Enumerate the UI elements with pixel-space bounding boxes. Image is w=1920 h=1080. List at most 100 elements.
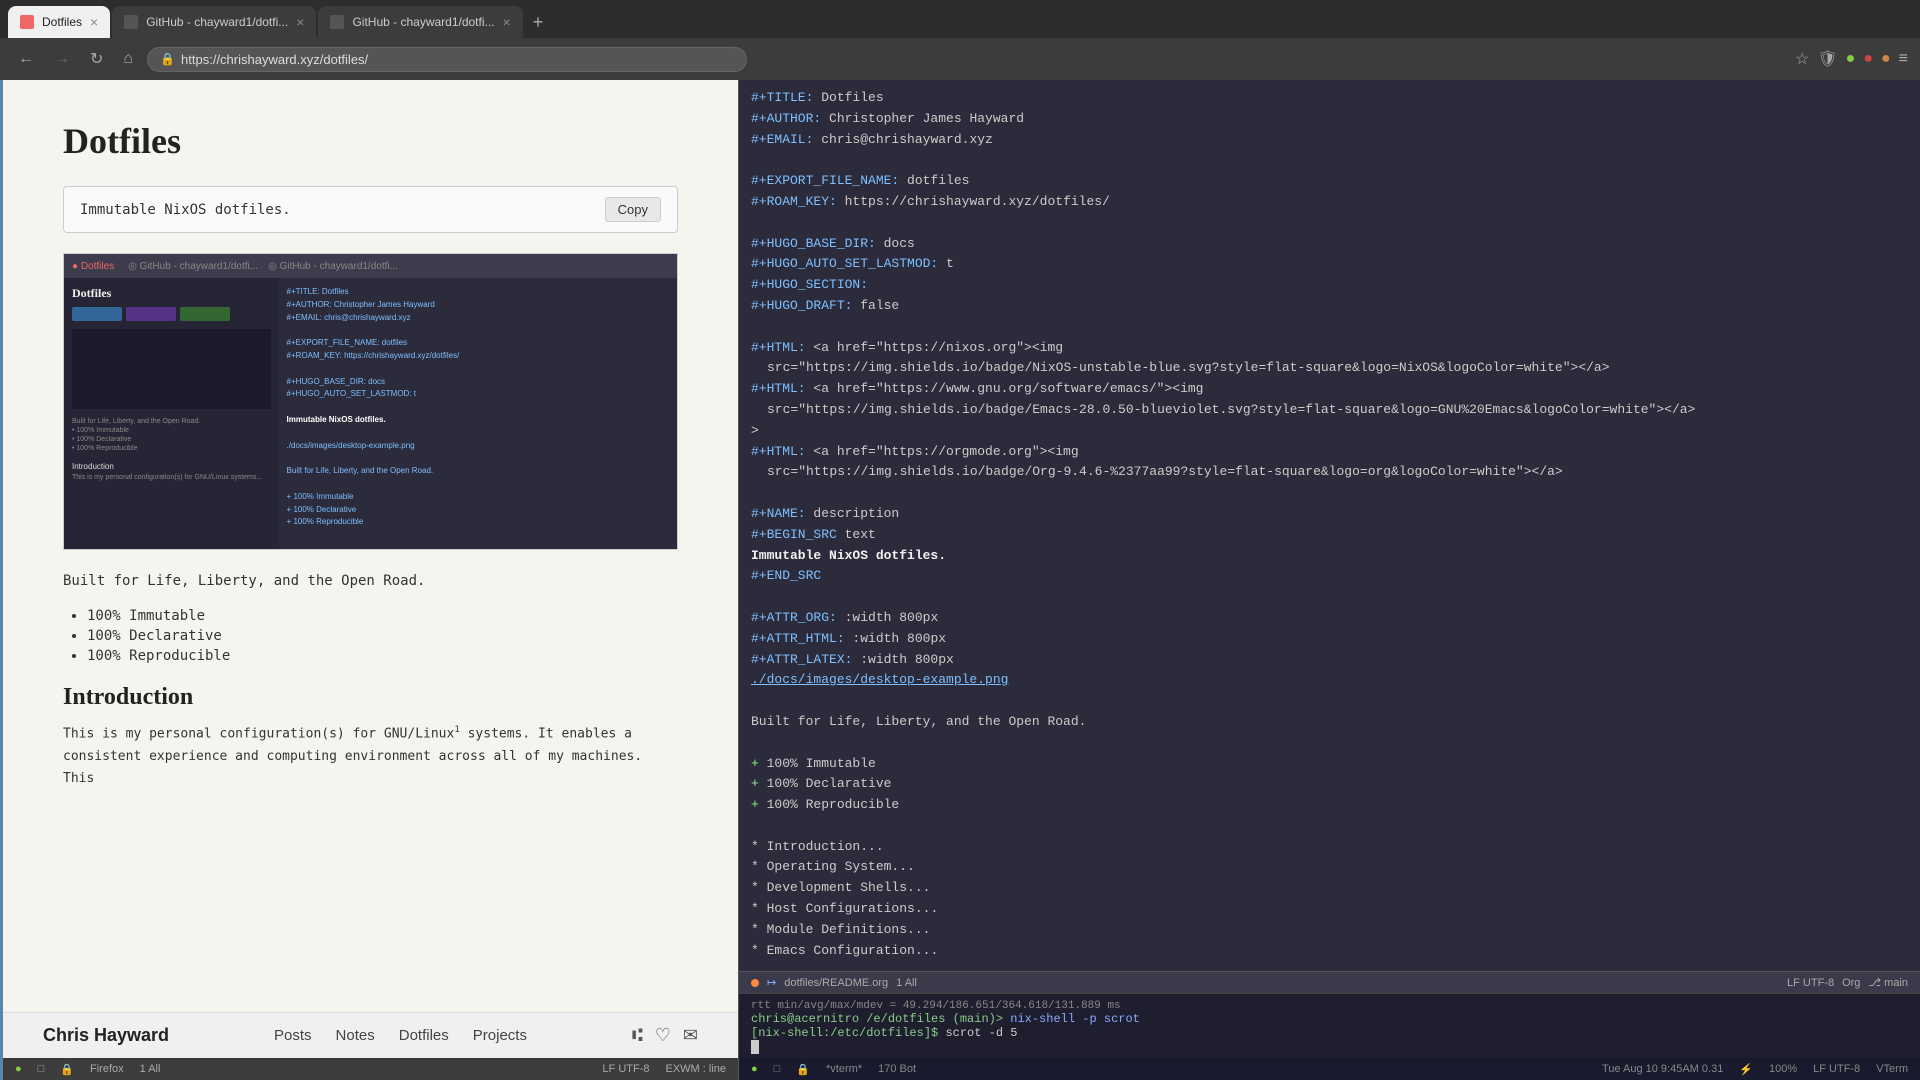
editor-status-bar: ↦ dotfiles/README.org 1 All LF UTF-8 Org… xyxy=(739,971,1920,993)
nav-actions: ☆ 🛡 ● ● ● ≡ xyxy=(1795,49,1908,69)
nav-notes[interactable]: Notes xyxy=(336,1027,375,1044)
bottom-vterm: *vterm* xyxy=(826,1063,862,1075)
editor-line-blank-8 xyxy=(751,816,1908,837)
tab-github-1[interactable]: GitHub - chayward1/dotfi... × xyxy=(112,6,316,38)
editor-line-star-4: * Host Configurations... xyxy=(751,899,1908,920)
status-encoding: LF UTF-8 xyxy=(602,1063,649,1075)
status-arrow: ↦ xyxy=(767,976,776,989)
bottom-datetime: Tue Aug 10 9:45AM 0.31 xyxy=(1602,1063,1723,1075)
footer-icons: ⑆ ♡ ✉ xyxy=(632,1025,698,1046)
browser-chrome: Dotfiles × GitHub - chayward1/dotfi... ×… xyxy=(0,0,1920,80)
editor-line-hugo-draft: #+HUGO_DRAFT: false xyxy=(751,296,1908,317)
bottom-battery: 100% xyxy=(1769,1063,1797,1075)
editor-position: 1 All xyxy=(896,977,917,989)
forward-button[interactable]: → xyxy=(48,46,76,72)
tab-close-2[interactable]: × xyxy=(296,14,304,30)
editor-line-list-2: + 100% Declarative xyxy=(751,774,1908,795)
bullet-item-2: 100% Declarative xyxy=(87,628,678,644)
footer-name: Chris Hayward xyxy=(43,1025,169,1046)
editor-line-star-1: * Introduction... xyxy=(751,837,1908,858)
bottom-term: VTerm xyxy=(1876,1063,1908,1075)
bookmark-icon[interactable]: ☆ xyxy=(1795,49,1809,69)
site-content: Dotfiles Immutable NixOS dotfiles. Copy … xyxy=(3,80,738,1012)
terminal-cursor xyxy=(751,1040,759,1054)
nix-cmd: scrot -d 5 xyxy=(945,1026,1017,1040)
tab-favicon-3 xyxy=(330,15,344,29)
intro-text: This is my personal configuration(s) for… xyxy=(63,723,678,790)
editor-line-attr-org: #+ATTR_ORG: :width 800px xyxy=(751,608,1908,629)
rtt-text: rtt min/avg/max/mdev = 49.294/186.651/36… xyxy=(751,1000,1121,1012)
back-button[interactable]: ← xyxy=(12,46,40,72)
reload-button[interactable]: ↻ xyxy=(84,45,109,73)
prompt-text: chris@acernitro /e/dotfiles (main)> xyxy=(751,1012,1003,1026)
tab-close-3[interactable]: × xyxy=(503,14,511,30)
new-tab-button[interactable]: + xyxy=(525,12,552,33)
menu-icon[interactable]: ≡ xyxy=(1899,50,1908,68)
editor-branch: ⎇ main xyxy=(1868,976,1908,989)
github-icon[interactable]: ⑆ xyxy=(632,1025,643,1046)
tab-favicon xyxy=(20,15,34,29)
nav-bar: ← → ↻ ⌂ 🔒 https://chrishayward.xyz/dotfi… xyxy=(0,38,1920,80)
editor-content[interactable]: #+TITLE: Dotfiles #+AUTHOR: Christopher … xyxy=(739,80,1920,971)
address-bar[interactable]: 🔒 https://chrishayward.xyz/dotfiles/ xyxy=(147,47,747,72)
screenshot-container: ● Dotfiles ◎ GitHub - chayward1/dotfi...… xyxy=(63,253,678,550)
status-mode: EXWM : line xyxy=(665,1063,726,1075)
status-window-icon: □ xyxy=(38,1063,45,1075)
nav-projects[interactable]: Projects xyxy=(473,1027,527,1044)
status-all: 1 All xyxy=(140,1063,161,1075)
tab-title: Dotfiles xyxy=(42,15,82,29)
home-button[interactable]: ⌂ xyxy=(117,46,139,72)
tab-dotfiles[interactable]: Dotfiles × xyxy=(8,6,110,38)
editor-line-list-3: + 100% Reproducible xyxy=(751,795,1908,816)
nav-dotfiles[interactable]: Dotfiles xyxy=(399,1027,449,1044)
editor-line-hugo-auto: #+HUGO_AUTO_SET_LASTMOD: t xyxy=(751,254,1908,275)
editor-line-star-3: * Development Shells... xyxy=(751,878,1908,899)
terminal-area[interactable]: rtt min/avg/max/mdev = 49.294/186.651/36… xyxy=(739,993,1920,1058)
bottom-dot: ● xyxy=(751,1063,758,1075)
editor-filename: dotfiles/README.org xyxy=(784,977,888,989)
editor-line-blank-7 xyxy=(751,733,1908,754)
bottom-left: ● □ 🔒 *vterm* 170 Bot xyxy=(751,1063,916,1076)
editor-line-star-5: * Module Definitions... xyxy=(751,920,1908,941)
bottom-battery-icon: ⚡ xyxy=(1739,1063,1753,1076)
editor-area: #+TITLE: Dotfiles #+AUTHOR: Christopher … xyxy=(738,80,1920,1080)
tab-github-2[interactable]: GitHub - chayward1/dotfi... × xyxy=(318,6,522,38)
intro-heading: Introduction xyxy=(63,684,678,711)
editor-line-attr-latex: #+ATTR_LATEX: :width 800px xyxy=(751,650,1908,671)
email-icon[interactable]: ✉ xyxy=(683,1025,698,1046)
lock-icon: 🔒 xyxy=(160,52,175,66)
nav-posts[interactable]: Posts xyxy=(274,1027,312,1044)
tab-title-2: GitHub - chayward1/dotfi... xyxy=(146,15,288,29)
editor-line-html-5: > xyxy=(751,421,1908,442)
extension-icon-2[interactable]: ● xyxy=(1863,50,1873,68)
editor-line-star-2: * Operating System... xyxy=(751,857,1908,878)
body-text: Built for Life, Liberty, and the Open Ro… xyxy=(63,570,678,592)
tab-close[interactable]: × xyxy=(90,14,98,30)
social-icon-2[interactable]: ♡ xyxy=(655,1025,671,1046)
status-dot-orange xyxy=(751,979,759,987)
browser-status-bar: ● □ 🔒 Firefox 1 All LF UTF-8 EXWM : line xyxy=(3,1058,738,1080)
bottom-right: Tue Aug 10 9:45AM 0.31 ⚡ 100% LF UTF-8 V… xyxy=(1602,1063,1908,1076)
editor-line-end-src: #+END_SRC xyxy=(751,566,1908,587)
status-app-name: Firefox xyxy=(90,1063,124,1075)
tab-bar: Dotfiles × GitHub - chayward1/dotfi... ×… xyxy=(0,0,1920,38)
terminal-cursor-line xyxy=(751,1040,1908,1054)
editor-line-author: #+AUTHOR: Christopher James Hayward xyxy=(751,109,1908,130)
editor-line-title: #+TITLE: Dotfiles xyxy=(751,88,1908,109)
editor-line-blank-2 xyxy=(751,213,1908,234)
status-dot-1: ● xyxy=(15,1063,22,1075)
editor-line-attr-html: #+ATTR_HTML: :width 800px xyxy=(751,629,1908,650)
editor-line-blank-5 xyxy=(751,587,1908,608)
tab-title-3: GitHub - chayward1/dotfi... xyxy=(352,15,494,29)
extension-icon-3[interactable]: ● xyxy=(1881,50,1891,68)
editor-line-hugo-base: #+HUGO_BASE_DIR: docs xyxy=(751,234,1908,255)
copy-button[interactable]: Copy xyxy=(605,197,661,222)
terminal-prompt-line: chris@acernitro /e/dotfiles (main)> nix-… xyxy=(751,1012,1908,1026)
tab-favicon-2 xyxy=(124,15,138,29)
editor-line-html-7: src="https://img.shields.io/badge/Org-9.… xyxy=(751,462,1908,483)
editor-line-blank-4 xyxy=(751,483,1908,504)
shield-icon[interactable]: 🛡 xyxy=(1817,49,1837,69)
url-text: https://chrishayward.xyz/dotfiles/ xyxy=(181,52,734,67)
editor-line-blank-6 xyxy=(751,691,1908,712)
extension-icon-1[interactable]: ● xyxy=(1846,50,1856,68)
